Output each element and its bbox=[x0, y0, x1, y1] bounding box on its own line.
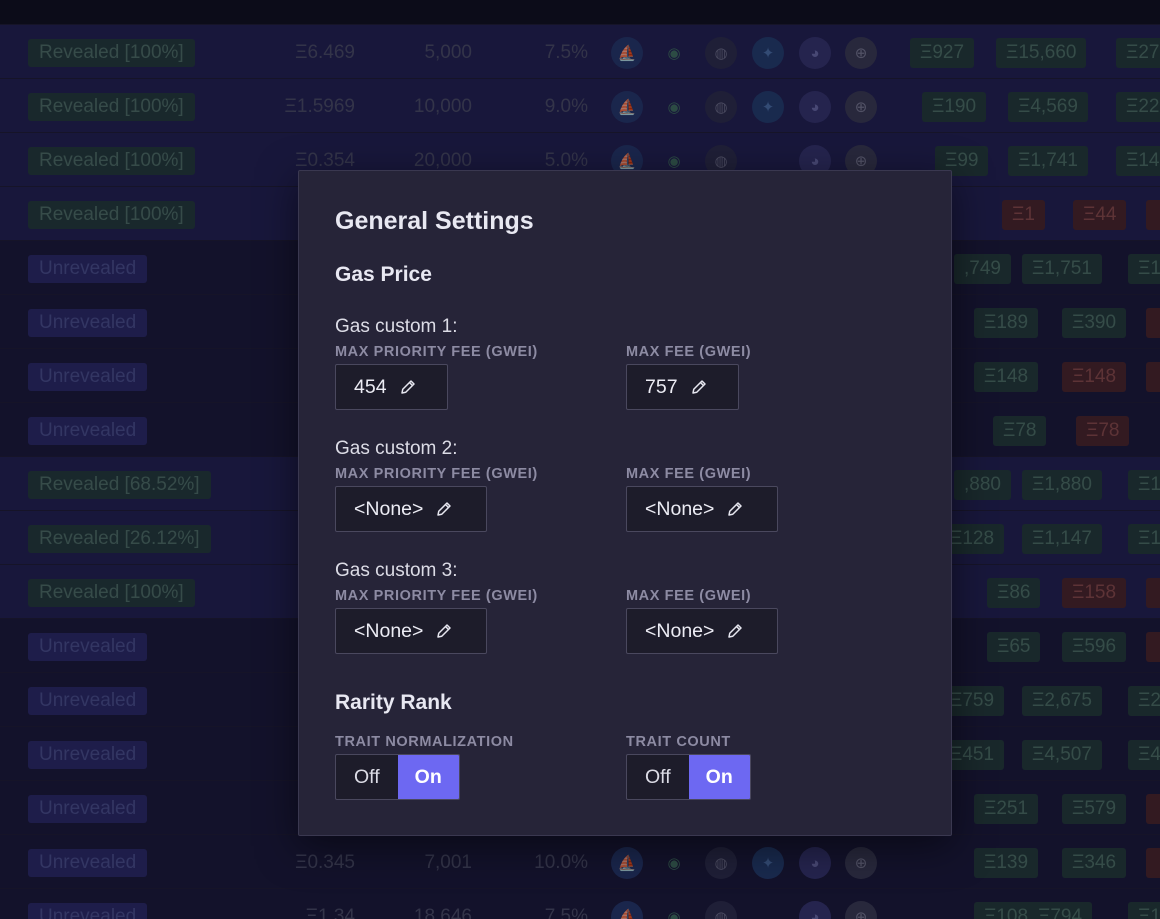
pencil-icon bbox=[728, 502, 743, 516]
max-priority-fee-label: MAX PRIORITY FEE (GWEI) bbox=[335, 344, 538, 360]
gas-custom-3-priority-fee-field[interactable]: <None> bbox=[335, 608, 487, 654]
max-fee-label: MAX FEE (GWEI) bbox=[626, 466, 752, 482]
trait-count-toggle[interactable]: Off On bbox=[626, 754, 751, 800]
trait-normalization-on[interactable]: On bbox=[397, 755, 459, 799]
gas-custom-3-label: Gas custom 3: bbox=[335, 560, 458, 581]
max-priority-fee-label: MAX PRIORITY FEE (GWEI) bbox=[335, 466, 538, 482]
field-value: <None> bbox=[645, 497, 715, 520]
gas-custom-2-priority-fee-field[interactable]: <None> bbox=[335, 486, 487, 532]
gas-custom-1-label: Gas custom 1: bbox=[335, 316, 458, 337]
gas-custom-3-max-fee-field[interactable]: <None> bbox=[626, 608, 778, 654]
trait-count-on[interactable]: On bbox=[688, 755, 750, 799]
field-value: <None> bbox=[354, 497, 424, 520]
gas-custom-1-priority-fee-field[interactable]: 454 bbox=[335, 364, 448, 410]
trait-count-label: TRAIT COUNT bbox=[626, 734, 731, 750]
field-value: <None> bbox=[645, 619, 715, 642]
pencil-icon bbox=[400, 380, 415, 394]
gas-price-heading: Gas Price bbox=[335, 263, 432, 286]
max-fee-label: MAX FEE (GWEI) bbox=[626, 588, 752, 604]
pencil-icon bbox=[437, 502, 452, 516]
pencil-icon bbox=[437, 624, 452, 638]
trait-normalization-label: TRAIT NORMALIZATION bbox=[335, 734, 514, 750]
pencil-icon bbox=[728, 624, 743, 638]
trait-normalization-toggle[interactable]: Off On bbox=[335, 754, 460, 800]
general-settings-modal: General Settings Gas Price Gas custom 1:… bbox=[298, 170, 952, 836]
gas-custom-2-label: Gas custom 2: bbox=[335, 438, 458, 459]
gas-custom-1-max-fee-field[interactable]: 757 bbox=[626, 364, 739, 410]
max-priority-fee-label: MAX PRIORITY FEE (GWEI) bbox=[335, 588, 538, 604]
gas-custom-2-max-fee-field[interactable]: <None> bbox=[626, 486, 778, 532]
trait-count-off[interactable]: Off bbox=[627, 755, 689, 799]
trait-normalization-off[interactable]: Off bbox=[336, 755, 398, 799]
rarity-rank-heading: Rarity Rank bbox=[335, 691, 452, 714]
field-value: 454 bbox=[354, 375, 387, 398]
pencil-icon bbox=[691, 380, 706, 394]
field-value: <None> bbox=[354, 619, 424, 642]
max-fee-label: MAX FEE (GWEI) bbox=[626, 344, 752, 360]
modal-title: General Settings bbox=[335, 207, 534, 235]
field-value: 757 bbox=[645, 375, 678, 398]
